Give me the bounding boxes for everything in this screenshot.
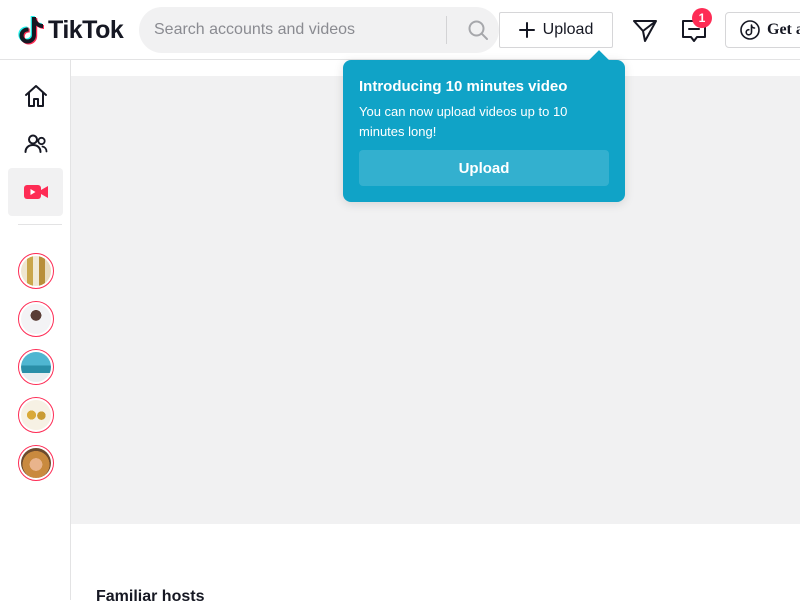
followed-account-avatar[interactable]: [18, 349, 54, 385]
users-icon: [24, 134, 47, 153]
top-header: TikTok Upload 1 Get a: [0, 0, 800, 60]
logo-text: TikTok: [48, 15, 124, 44]
avatar-image: [21, 448, 51, 478]
upload-button[interactable]: Upload: [499, 12, 613, 48]
home-icon: [24, 85, 47, 107]
followed-account-avatar[interactable]: [18, 253, 54, 289]
sidebar-item-home[interactable]: [8, 72, 63, 120]
search-divider: [446, 16, 447, 44]
avatar-image: [21, 256, 51, 286]
popover-body: You can now upload videos up to 10 minut…: [359, 104, 568, 139]
avatar-image: [21, 304, 51, 334]
popover-title: Introducing 10 minutes video: [359, 78, 568, 95]
messages-send-icon[interactable]: [632, 18, 658, 44]
followed-account-avatar[interactable]: [18, 397, 54, 433]
popover-upload-button[interactable]: Upload: [359, 150, 609, 186]
avatar-image: [21, 352, 51, 382]
get-app-button[interactable]: Get a: [725, 12, 800, 48]
followed-account-avatar[interactable]: [18, 445, 54, 481]
search-icon: [468, 20, 488, 40]
upload-button-label: Upload: [542, 21, 594, 38]
plus-icon: [518, 22, 535, 38]
avatar-image: [21, 400, 51, 430]
tiktok-circle-icon: [740, 20, 760, 40]
sidebar-divider: [18, 224, 62, 225]
tiktok-logo-icon: [18, 16, 44, 45]
inbox-badge: 1: [692, 8, 712, 28]
search-bar: [139, 7, 499, 53]
search-button[interactable]: [457, 7, 499, 53]
section-title: Familiar hosts: [96, 588, 205, 605]
tiktok-logo[interactable]: TikTok: [18, 13, 124, 47]
upload-announcement-popover: Introducing 10 minutes video You can now…: [343, 50, 625, 202]
sidebar: [0, 60, 71, 600]
followed-account-avatar[interactable]: [18, 301, 54, 337]
search-input[interactable]: [154, 21, 444, 39]
live-camera-icon: [23, 185, 48, 199]
get-app-label: Get a: [767, 21, 800, 38]
sidebar-item-live[interactable]: [8, 168, 63, 216]
sidebar-item-following[interactable]: [8, 120, 63, 168]
